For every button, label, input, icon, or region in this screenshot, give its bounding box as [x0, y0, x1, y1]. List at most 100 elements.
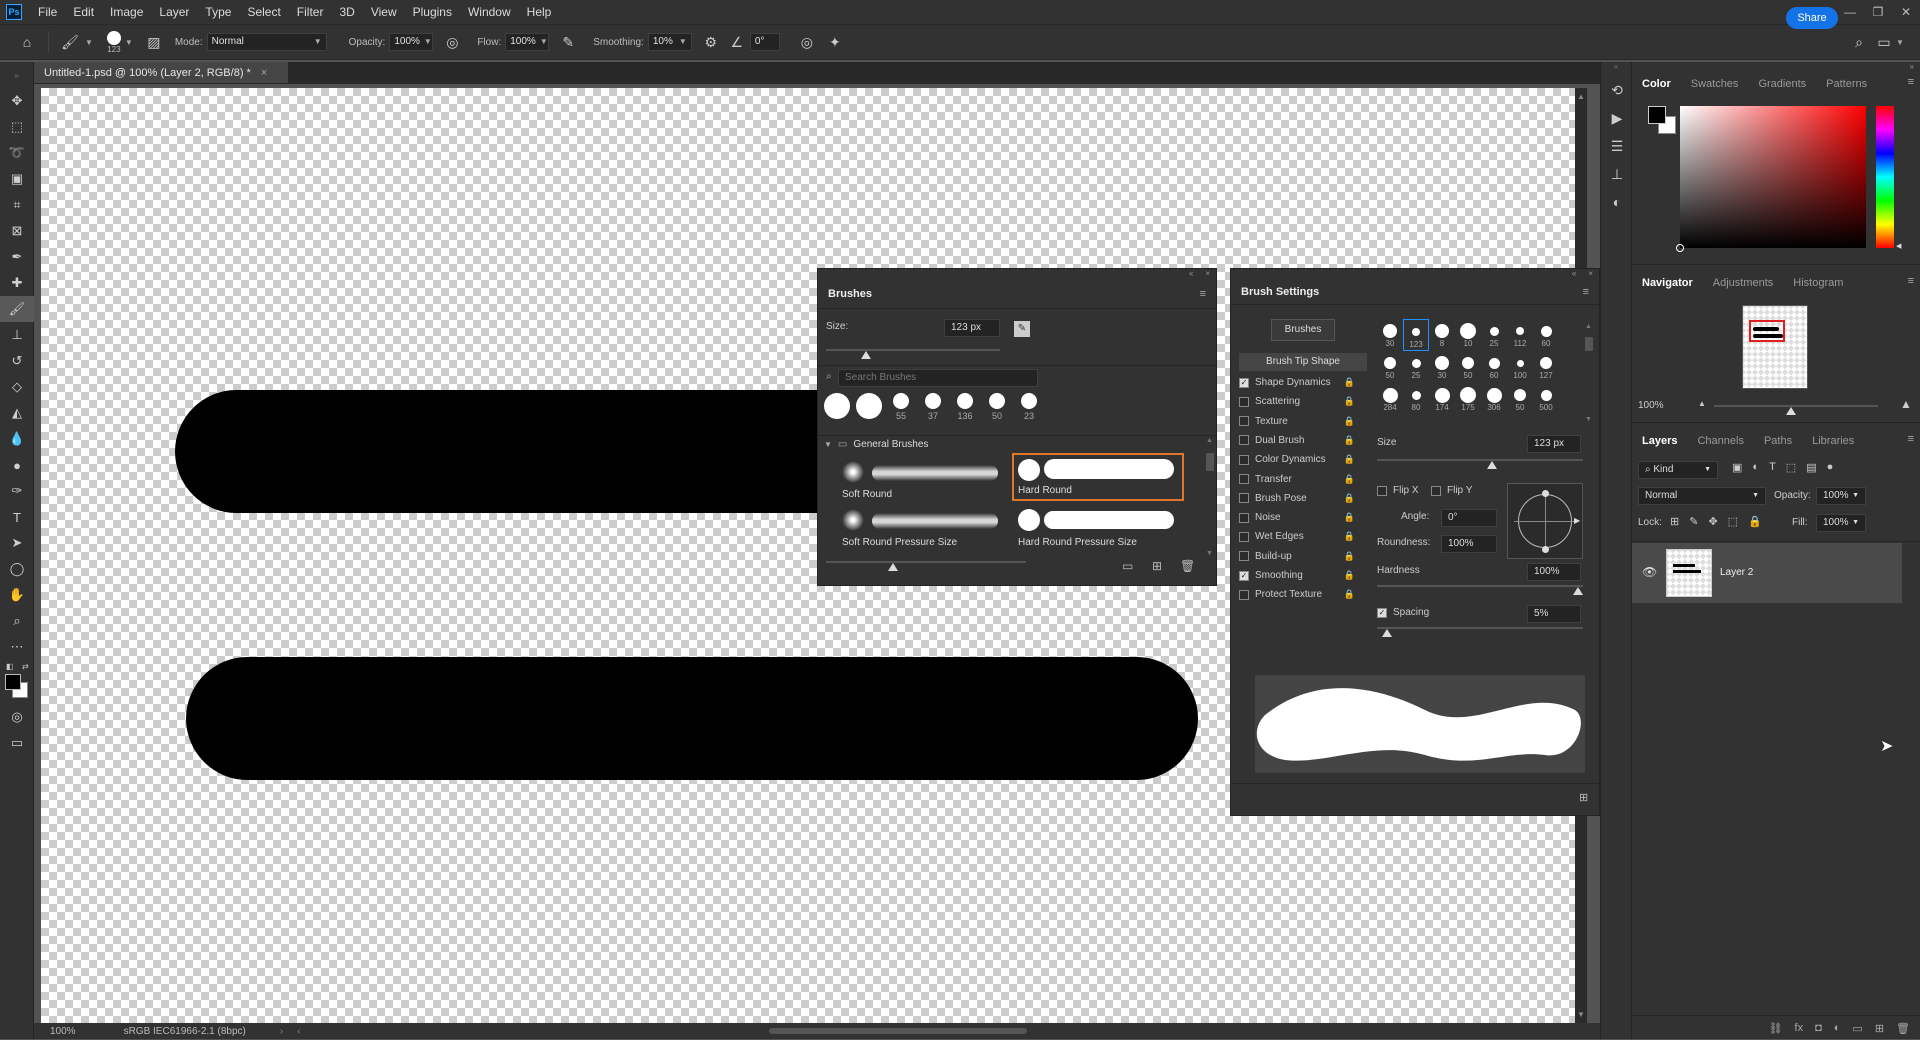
- dodge-tool-icon[interactable]: ●: [0, 452, 34, 478]
- color-swatches[interactable]: ◧ ⇄: [0, 660, 34, 704]
- opacity-field[interactable]: 100% ▼: [389, 33, 434, 51]
- layer-row[interactable]: 👁 Layer 2: [1632, 543, 1902, 603]
- brush-option-texture[interactable]: Texture 🔒: [1239, 412, 1359, 431]
- filter-toggle-icon[interactable]: ●: [1827, 461, 1834, 474]
- tab-paths[interactable]: Paths: [1754, 435, 1802, 447]
- checkbox[interactable]: [1377, 485, 1387, 496]
- minimize-icon[interactable]: —: [1836, 0, 1864, 24]
- quick-mask-icon[interactable]: ◎: [0, 704, 34, 730]
- paint-bucket-tool-icon[interactable]: ◭: [0, 400, 34, 426]
- tip-size-slider[interactable]: [1377, 459, 1583, 471]
- chevron-down-icon[interactable]: ▼: [85, 38, 93, 47]
- brush-option-noise[interactable]: Noise 🔒: [1239, 508, 1359, 527]
- history-icon[interactable]: ⟲: [1601, 76, 1633, 104]
- brush-option-transfer[interactable]: Transfer 🔒: [1239, 470, 1359, 489]
- brushes-scrollbar[interactable]: ▲ ▼: [1206, 437, 1214, 557]
- brush-tip[interactable]: 8: [1429, 319, 1455, 351]
- lock-icon[interactable]: 🔒: [1344, 474, 1355, 485]
- close-window-icon[interactable]: ✕: [1892, 0, 1920, 24]
- layer-opacity-field[interactable]: 100% ▼: [1816, 487, 1866, 505]
- size-slider-knob[interactable]: [861, 351, 872, 359]
- history-brush-tool-icon[interactable]: ↺: [0, 348, 34, 374]
- angle-roundness-widget[interactable]: ▶: [1507, 483, 1583, 559]
- panel-menu-icon[interactable]: ≡: [1908, 76, 1914, 88]
- flip-y-checkbox[interactable]: Flip Y: [1431, 485, 1472, 496]
- smoothing-field[interactable]: 10% ▼: [647, 33, 692, 51]
- pressure-opacity-icon[interactable]: ◎: [441, 31, 463, 53]
- brush-item-soft-round-pressure-size[interactable]: Soft Round Pressure Size: [838, 505, 1008, 551]
- checkbox[interactable]: [1431, 485, 1441, 496]
- smoothing-options-gear-icon[interactable]: ⚙: [700, 31, 722, 53]
- brush-tip-shape-option[interactable]: Brush Tip Shape: [1239, 353, 1367, 371]
- navigator-zoom[interactable]: 100%: [1638, 400, 1664, 411]
- type-filter-icon[interactable]: T: [1769, 461, 1776, 474]
- checkbox[interactable]: [1239, 454, 1249, 465]
- collapse-panels-icon[interactable]: «: [1601, 62, 1631, 76]
- eraser-tool-icon[interactable]: ◇: [0, 374, 34, 400]
- brush-presets-icon[interactable]: ◐: [1601, 188, 1633, 216]
- roundness-field[interactable]: 100%: [1441, 535, 1497, 553]
- brush-group-general[interactable]: ▼ ▭ General Brushes: [824, 439, 928, 450]
- brush-tool-preset-icon[interactable]: 🖌: [59, 31, 81, 53]
- link-layers-icon[interactable]: ⛓: [1769, 1022, 1783, 1035]
- angle-field[interactable]: 0°: [749, 33, 780, 51]
- brush-option-brush-pose[interactable]: Brush Pose 🔒: [1239, 489, 1359, 508]
- navigator-thumbnail[interactable]: [1742, 305, 1808, 389]
- healing-brush-tool-icon[interactable]: ✚: [0, 270, 34, 296]
- add-mask-icon[interactable]: ◘: [1815, 1022, 1822, 1034]
- workspace-icon[interactable]: ▭: [1873, 31, 1895, 53]
- crop-tool-icon[interactable]: ⌗: [0, 192, 34, 218]
- tip-size-field[interactable]: 123 px: [1527, 435, 1581, 453]
- checkbox[interactable]: [1239, 531, 1249, 542]
- tab-layers[interactable]: Layers: [1632, 435, 1687, 447]
- menu-item-type[interactable]: Type: [197, 0, 239, 24]
- frame-tool-icon[interactable]: ⊠: [0, 218, 34, 244]
- collapse-panel-icon[interactable]: »: [1910, 62, 1914, 72]
- spacing-field[interactable]: 5%: [1527, 605, 1581, 623]
- panel-menu-icon[interactable]: ≡: [1200, 288, 1206, 300]
- brush-item-soft-round[interactable]: Soft Round: [838, 457, 1008, 503]
- checkbox[interactable]: [1239, 589, 1249, 600]
- brush-settings-toggle-icon[interactable]: ▨: [143, 31, 165, 53]
- tab-navigator[interactable]: Navigator: [1632, 277, 1703, 289]
- spacing-slider[interactable]: [1377, 627, 1583, 639]
- tab-adjustments[interactable]: Adjustments: [1703, 277, 1784, 289]
- recent-brush[interactable]: 136: [950, 393, 980, 421]
- brush-option-scattering[interactable]: Scattering 🔒: [1239, 392, 1359, 411]
- scroll-left-icon[interactable]: ‹: [297, 1026, 300, 1037]
- menu-item-help[interactable]: Help: [519, 0, 560, 24]
- lock-image-icon[interactable]: ✎: [1689, 515, 1698, 528]
- lock-icon[interactable]: 🔒: [1344, 377, 1355, 388]
- lasso-tool-icon[interactable]: ➰: [0, 140, 34, 166]
- brush-tip[interactable]: 10: [1455, 319, 1481, 351]
- horizontal-scroll-thumb[interactable]: [769, 1028, 1027, 1034]
- tab-channels[interactable]: Channels: [1687, 435, 1753, 447]
- home-icon[interactable]: ⌂: [16, 31, 38, 53]
- brush-tip[interactable]: 30: [1429, 351, 1455, 383]
- blend-mode-select[interactable]: Normal ▼: [1638, 487, 1766, 505]
- checkbox[interactable]: [1239, 512, 1249, 523]
- recent-brush[interactable]: 23: [1014, 393, 1044, 421]
- lock-icon[interactable]: 🔒: [1344, 512, 1355, 523]
- menu-item-plugins[interactable]: Plugins: [405, 0, 460, 24]
- scroll-thumb[interactable]: [1206, 453, 1214, 471]
- color-picker-cursor[interactable]: [1676, 244, 1684, 252]
- brush-tool-icon[interactable]: 🖌: [0, 296, 34, 322]
- zoom-slider-knob[interactable]: [1786, 407, 1796, 415]
- recent-brush[interactable]: 55: [886, 393, 916, 421]
- tab-libraries[interactable]: Libraries: [1802, 435, 1864, 447]
- lock-icon[interactable]: 🔒: [1344, 531, 1355, 542]
- chevron-down-icon[interactable]: ▼: [125, 38, 133, 47]
- scroll-down-icon[interactable]: ▼: [1585, 416, 1592, 423]
- brush-tip[interactable]: 30: [1377, 319, 1403, 351]
- brush-option-smoothing[interactable]: ✓ Smoothing 🔒: [1239, 566, 1359, 585]
- more-tools-icon[interactable]: ⋯: [0, 634, 34, 660]
- checkbox[interactable]: [1239, 493, 1249, 504]
- search-brushes-input[interactable]: Search Brushes: [838, 369, 1038, 387]
- properties-icon[interactable]: ☰: [1601, 132, 1633, 160]
- lock-icon[interactable]: 🔒: [1344, 454, 1355, 465]
- collapse-panel-icon[interactable]: «: [1189, 269, 1193, 279]
- zoom-in-icon[interactable]: ▲: [1900, 397, 1912, 411]
- new-group-icon[interactable]: ▭: [1852, 1022, 1862, 1035]
- lock-icon[interactable]: 🔒: [1344, 435, 1355, 446]
